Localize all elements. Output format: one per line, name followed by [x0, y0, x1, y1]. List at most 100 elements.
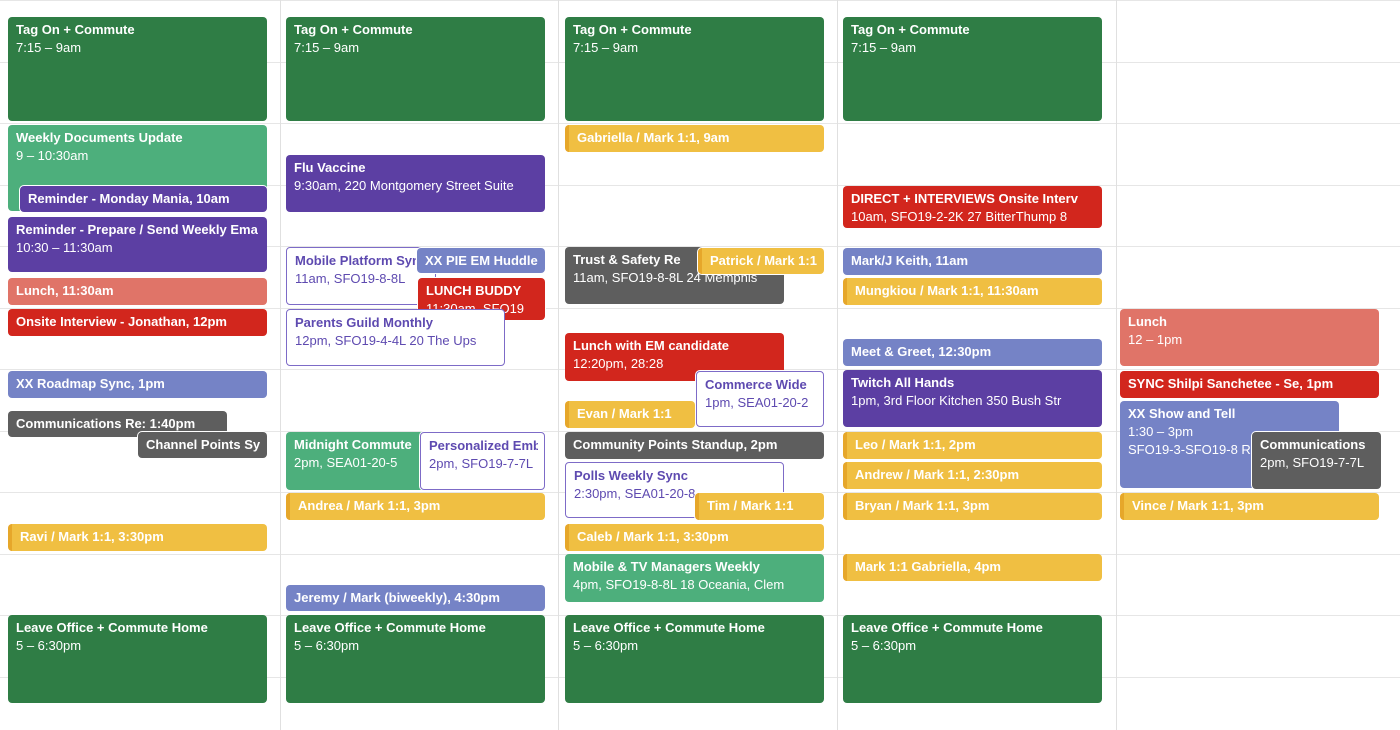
event-title: Leave Office + Commute Home: [851, 620, 1043, 635]
event-title: Onsite Interview - Jonathan, 12pm: [16, 314, 227, 329]
week-calendar-grid: Tag On + Commute 7:15 – 9am Weekly Documen…: [0, 0, 1400, 730]
calendar-event[interactable]: Parents Guild Monthly 12pm, SFO19-4-4L 20…: [286, 309, 505, 366]
event-title: DIRECT + INTERVIEWS Onsite Interv: [851, 191, 1078, 206]
event-title: Bryan / Mark 1:1, 3pm: [855, 498, 990, 513]
event-title: XX Show and Tell: [1128, 406, 1236, 421]
calendar-event[interactable]: Mobile Platform Sync 11am, SFO19-8-8L: [286, 247, 436, 305]
event-title: Parents Guild Monthly: [295, 315, 433, 330]
day-column-divider: [837, 0, 838, 730]
event-title: Patrick / Mark 1:1: [710, 253, 817, 268]
calendar-event[interactable]: Personalized Emb 2pm, SFO19-7-7L: [420, 432, 545, 490]
event-title: Tag On + Commute: [573, 22, 692, 37]
hour-gridline: [0, 0, 1400, 1]
calendar-event[interactable]: Patrick / Mark 1:1: [698, 248, 824, 274]
calendar-event[interactable]: Tag On + Commute 7:15 – 9am: [565, 17, 824, 121]
event-title: Commerce Wide: [705, 377, 807, 392]
event-title: Gabriella / Mark 1:1, 9am: [577, 130, 730, 145]
event-time: 12pm, SFO19-4-4L 20 The Ups: [295, 333, 477, 348]
event-time: 12 – 1pm: [1128, 332, 1183, 347]
calendar-event[interactable]: Mungkiou / Mark 1:1, 11:30am: [843, 278, 1102, 305]
calendar-event[interactable]: Mobile & TV Managers Weekly 4pm, SFO19-8-…: [565, 554, 824, 602]
calendar-event[interactable]: Leo / Mark 1:1, 2pm: [843, 432, 1102, 459]
hour-gridline: [0, 123, 1400, 124]
calendar-event[interactable]: Meet & Greet, 12:30pm: [843, 339, 1102, 366]
event-title: Mark/J Keith, 11am: [851, 253, 969, 268]
calendar-event[interactable]: Andrew / Mark 1:1, 2:30pm: [843, 462, 1102, 489]
event-title: Meet & Greet, 12:30pm: [851, 344, 992, 359]
event-time: 9 – 10:30am: [16, 148, 89, 163]
calendar-event[interactable]: Tag On + Commute 7:15 – 9am: [8, 17, 267, 121]
calendar-event[interactable]: Leave Office + Commute Home 5 – 6:30pm: [8, 615, 267, 703]
calendar-event[interactable]: Mark 1:1 Gabriella, 4pm: [843, 554, 1102, 581]
event-title: SYNC Shilpi Sanchetee - Se, 1pm: [1128, 376, 1334, 391]
event-title: XX PIE EM Huddle: [425, 253, 538, 268]
calendar-event[interactable]: Flu Vaccine 9:30am, 220 Montgomery Street…: [286, 155, 545, 212]
event-time: 5 – 6:30pm: [851, 638, 917, 653]
calendar-event[interactable]: Lunch, 11:30am: [8, 278, 267, 305]
calendar-event[interactable]: Caleb / Mark 1:1, 3:30pm: [565, 524, 824, 551]
day-column-divider: [558, 0, 559, 730]
event-title: Leo / Mark 1:1, 2pm: [855, 437, 976, 452]
event-title: Flu Vaccine: [294, 160, 366, 175]
calendar-event[interactable]: Leave Office + Commute Home 5 – 6:30pm: [843, 615, 1102, 703]
event-title: Polls Weekly Sync: [574, 468, 688, 483]
event-time: 11am, SFO19-8-8L: [295, 271, 406, 286]
event-title: Tim / Mark 1:1: [707, 498, 794, 513]
calendar-event[interactable]: Communications 2pm, SFO19-7-7L: [1252, 432, 1381, 489]
event-time: 1pm, SEA01-20-2: [705, 395, 809, 410]
event-title: Mark 1:1 Gabriella, 4pm: [855, 559, 1001, 574]
calendar-event[interactable]: Vince / Mark 1:1, 3pm: [1120, 493, 1379, 520]
event-title: Vince / Mark 1:1, 3pm: [1132, 498, 1264, 513]
calendar-event[interactable]: Bryan / Mark 1:1, 3pm: [843, 493, 1102, 520]
event-title: Twitch All Hands: [851, 375, 955, 390]
calendar-event[interactable]: Leave Office + Commute Home 5 – 6:30pm: [286, 615, 545, 703]
event-time: 5 – 6:30pm: [16, 638, 82, 653]
event-time: 7:15 – 9am: [16, 40, 82, 55]
event-time: 7:15 – 9am: [851, 40, 917, 55]
calendar-event[interactable]: Commerce Wide 1pm, SEA01-20-2: [696, 371, 824, 427]
event-time: 7:15 – 9am: [294, 40, 360, 55]
event-time: 5 – 6:30pm: [294, 638, 360, 653]
event-time: 9:30am, 220 Montgomery Street Suite: [294, 178, 514, 193]
calendar-event[interactable]: Twitch All Hands 1pm, 3rd Floor Kitchen 3…: [843, 370, 1102, 427]
calendar-event[interactable]: DIRECT + INTERVIEWS Onsite Interv 10am, S…: [843, 186, 1102, 228]
calendar-event[interactable]: Andrea / Mark 1:1, 3pm: [286, 493, 545, 520]
calendar-event[interactable]: Midnight Commute 2pm, SEA01-20-5: [286, 432, 425, 490]
calendar-event[interactable]: Jeremy / Mark (biweekly), 4:30pm: [286, 585, 545, 611]
event-title: Ravi / Mark 1:1, 3:30pm: [20, 529, 164, 544]
event-title: Personalized Emb: [429, 438, 538, 453]
calendar-event[interactable]: XX PIE EM Huddle: [417, 248, 545, 273]
event-title: Jeremy / Mark (biweekly), 4:30pm: [294, 590, 500, 605]
event-title: Mobile Platform Sync: [295, 253, 428, 268]
event-time: 2pm, SFO19-7-7L: [1260, 455, 1365, 470]
calendar-event[interactable]: Gabriella / Mark 1:1, 9am: [565, 125, 824, 152]
event-title: Tag On + Commute: [851, 22, 970, 37]
event-title: Lunch: [1128, 314, 1167, 329]
calendar-event[interactable]: Community Points Standup, 2pm: [565, 432, 824, 459]
event-time: 1pm, 3rd Floor Kitchen 350 Bush Str: [851, 393, 1062, 408]
event-time: 10am, SFO19-2-2K 27 BitterThump 8: [851, 209, 1068, 224]
event-title: Leave Office + Commute Home: [16, 620, 208, 635]
event-title: Andrew / Mark 1:1, 2:30pm: [855, 467, 1019, 482]
calendar-event[interactable]: Tag On + Commute 7:15 – 9am: [843, 17, 1102, 121]
calendar-event[interactable]: Mark/J Keith, 11am: [843, 248, 1102, 275]
calendar-event[interactable]: Evan / Mark 1:1: [565, 401, 695, 428]
calendar-event[interactable]: Ravi / Mark 1:1, 3:30pm: [8, 524, 267, 551]
calendar-event[interactable]: Tim / Mark 1:1: [695, 493, 824, 520]
event-time: 10:30 – 11:30am: [16, 240, 113, 255]
calendar-event[interactable]: Leave Office + Commute Home 5 – 6:30pm: [565, 615, 824, 703]
event-title: Communications Re: 1:40pm: [16, 416, 196, 431]
calendar-event[interactable]: XX Roadmap Sync, 1pm: [8, 371, 267, 398]
event-title: Tag On + Commute: [16, 22, 135, 37]
event-title: Andrea / Mark 1:1, 3pm: [298, 498, 441, 513]
calendar-event[interactable]: Channel Points Sync: [138, 432, 267, 458]
event-title: Tag On + Commute: [294, 22, 413, 37]
calendar-event[interactable]: Onsite Interview - Jonathan, 12pm: [8, 309, 267, 336]
calendar-event[interactable]: Reminder - Prepare / Send Weekly Ema 10:3…: [8, 217, 267, 272]
event-title: Communications: [1260, 437, 1366, 452]
calendar-event[interactable]: Reminder - Monday Mania, 10am: [20, 186, 267, 212]
event-time: 2pm, SEA01-20-5: [294, 455, 398, 470]
calendar-event[interactable]: Lunch 12 – 1pm: [1120, 309, 1379, 366]
calendar-event[interactable]: Tag On + Commute 7:15 – 9am: [286, 17, 545, 121]
calendar-event[interactable]: SYNC Shilpi Sanchetee - Se, 1pm: [1120, 371, 1379, 398]
